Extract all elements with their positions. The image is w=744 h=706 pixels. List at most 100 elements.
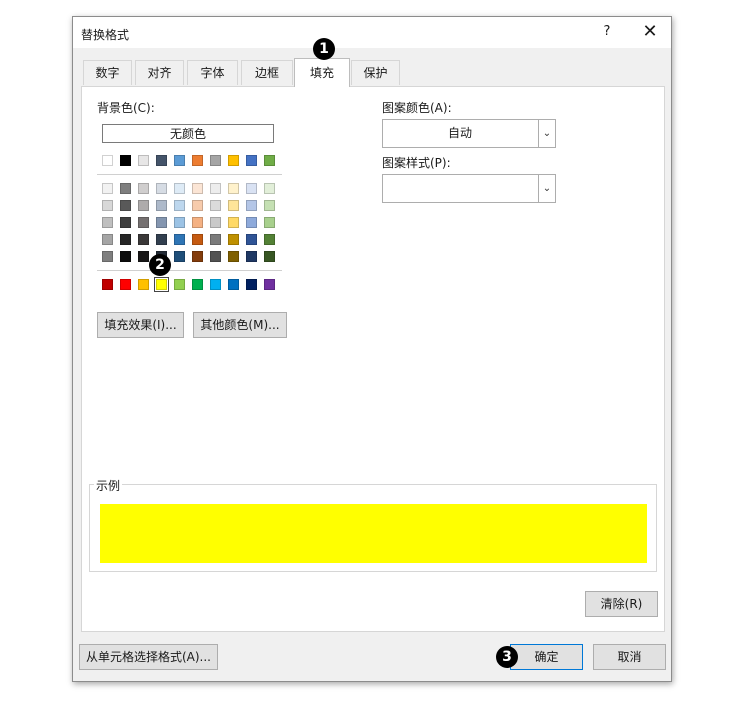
theme-color-swatch[interactable] bbox=[228, 251, 239, 262]
bright-color-swatch[interactable] bbox=[264, 279, 275, 290]
theme-color-swatch[interactable] bbox=[174, 183, 185, 194]
theme-color-swatch[interactable] bbox=[228, 234, 239, 245]
theme-color-swatch[interactable] bbox=[246, 251, 257, 262]
tab-protection[interactable]: 保护 bbox=[351, 60, 400, 85]
chevron-down-icon[interactable]: ⌄ bbox=[538, 120, 555, 147]
theme-color-swatch[interactable] bbox=[156, 234, 167, 245]
theme-color-swatch[interactable] bbox=[210, 234, 221, 245]
standard-color-swatch[interactable] bbox=[120, 155, 131, 166]
tab-fill[interactable]: 填充 bbox=[294, 58, 350, 87]
standard-color-swatch[interactable] bbox=[264, 155, 275, 166]
theme-color-swatch[interactable] bbox=[120, 251, 131, 262]
theme-color-swatch[interactable] bbox=[138, 200, 149, 211]
theme-color-swatch[interactable] bbox=[156, 200, 167, 211]
standard-color-swatch[interactable] bbox=[174, 155, 185, 166]
theme-color-swatch[interactable] bbox=[138, 217, 149, 228]
theme-color-swatch[interactable] bbox=[264, 183, 275, 194]
ok-button[interactable]: 确定 bbox=[510, 644, 583, 670]
theme-color-swatch[interactable] bbox=[120, 217, 131, 228]
bright-color-swatch[interactable] bbox=[120, 279, 131, 290]
theme-color-swatch[interactable] bbox=[228, 217, 239, 228]
pattern-style-select[interactable]: ⌄ bbox=[382, 174, 556, 203]
theme-color-swatch[interactable] bbox=[156, 217, 167, 228]
pattern-style-value bbox=[383, 175, 537, 202]
theme-color-swatch[interactable] bbox=[102, 200, 113, 211]
close-icon[interactable]: ✕ bbox=[639, 22, 661, 42]
theme-color-swatch[interactable] bbox=[138, 234, 149, 245]
tab-number[interactable]: 数字 bbox=[83, 60, 132, 85]
theme-color-swatch[interactable] bbox=[264, 251, 275, 262]
fill-effects-button[interactable]: 填充效果(I)... bbox=[97, 312, 184, 338]
theme-color-swatch[interactable] bbox=[192, 234, 203, 245]
standard-color-swatch[interactable] bbox=[102, 155, 113, 166]
theme-color-swatch[interactable] bbox=[102, 234, 113, 245]
theme-color-swatch[interactable] bbox=[120, 234, 131, 245]
pattern-style-label: 图案样式(P): bbox=[382, 156, 451, 170]
theme-color-swatch[interactable] bbox=[174, 251, 185, 262]
theme-color-swatch[interactable] bbox=[120, 183, 131, 194]
background-color-label: 背景色(C): bbox=[97, 101, 155, 115]
palette-divider bbox=[97, 174, 282, 175]
pattern-color-label: 图案颜色(A): bbox=[382, 101, 452, 115]
tab-label: 对齐 bbox=[147, 66, 172, 80]
bright-color-swatch[interactable] bbox=[102, 279, 113, 290]
standard-color-swatch[interactable] bbox=[228, 155, 239, 166]
tab-label: 字体 bbox=[200, 66, 225, 80]
tab-label: 数字 bbox=[95, 66, 120, 80]
standard-color-swatch[interactable] bbox=[210, 155, 221, 166]
pattern-color-select[interactable]: 自动 ⌄ bbox=[382, 119, 556, 148]
bright-color-swatch[interactable] bbox=[210, 279, 221, 290]
standard-color-swatch[interactable] bbox=[138, 155, 149, 166]
theme-color-swatch[interactable] bbox=[102, 251, 113, 262]
theme-color-swatch[interactable] bbox=[228, 200, 239, 211]
theme-color-swatch[interactable] bbox=[264, 234, 275, 245]
more-colors-button[interactable]: 其他颜色(M)... bbox=[193, 312, 287, 338]
theme-color-swatch[interactable] bbox=[192, 200, 203, 211]
theme-color-swatch[interactable] bbox=[264, 200, 275, 211]
chevron-down-icon[interactable]: ⌄ bbox=[538, 175, 555, 202]
sample-group: 示例 bbox=[89, 477, 657, 572]
bright-color-swatch[interactable] bbox=[154, 277, 169, 292]
theme-color-swatch[interactable] bbox=[174, 217, 185, 228]
theme-color-swatch[interactable] bbox=[246, 200, 257, 211]
cancel-button[interactable]: 取消 bbox=[593, 644, 666, 670]
theme-color-swatch[interactable] bbox=[138, 251, 149, 262]
standard-color-swatch[interactable] bbox=[246, 155, 257, 166]
standard-color-swatch[interactable] bbox=[156, 155, 167, 166]
tab-font[interactable]: 字体 bbox=[187, 60, 238, 85]
bright-color-swatch[interactable] bbox=[174, 279, 185, 290]
title-bar: 替换格式 ? ✕ bbox=[73, 17, 671, 48]
theme-color-swatch[interactable] bbox=[192, 251, 203, 262]
clear-button[interactable]: 清除(R) bbox=[585, 591, 658, 617]
theme-color-swatch[interactable] bbox=[210, 251, 221, 262]
theme-color-swatch[interactable] bbox=[246, 217, 257, 228]
bright-color-swatch[interactable] bbox=[246, 279, 257, 290]
help-button[interactable]: ? bbox=[597, 22, 617, 42]
theme-color-swatch[interactable] bbox=[138, 183, 149, 194]
theme-color-swatch[interactable] bbox=[246, 234, 257, 245]
theme-color-swatch[interactable] bbox=[228, 183, 239, 194]
theme-color-swatch[interactable] bbox=[210, 217, 221, 228]
bright-color-swatch[interactable] bbox=[228, 279, 239, 290]
tab-border[interactable]: 边框 bbox=[241, 60, 293, 85]
theme-color-swatch[interactable] bbox=[120, 200, 131, 211]
theme-color-swatch[interactable] bbox=[210, 183, 221, 194]
theme-color-swatch[interactable] bbox=[174, 234, 185, 245]
theme-color-swatch[interactable] bbox=[246, 183, 257, 194]
theme-color-swatch[interactable] bbox=[192, 217, 203, 228]
bright-color-swatch[interactable] bbox=[138, 279, 149, 290]
sample-preview bbox=[100, 504, 647, 563]
theme-color-swatch[interactable] bbox=[264, 217, 275, 228]
theme-color-swatch[interactable] bbox=[210, 200, 221, 211]
bright-color-swatch[interactable] bbox=[192, 279, 203, 290]
standard-color-swatch[interactable] bbox=[192, 155, 203, 166]
theme-color-swatch[interactable] bbox=[174, 200, 185, 211]
theme-color-swatch[interactable] bbox=[192, 183, 203, 194]
theme-color-swatch[interactable] bbox=[102, 183, 113, 194]
theme-color-swatch[interactable] bbox=[102, 217, 113, 228]
no-color-button[interactable]: 无颜色 bbox=[102, 124, 274, 143]
annotation-badge-3: 3 bbox=[496, 646, 518, 668]
tab-alignment[interactable]: 对齐 bbox=[135, 60, 184, 85]
choose-format-from-cell-button[interactable]: 从单元格选择格式(A)... bbox=[79, 644, 218, 670]
theme-color-swatch[interactable] bbox=[156, 183, 167, 194]
